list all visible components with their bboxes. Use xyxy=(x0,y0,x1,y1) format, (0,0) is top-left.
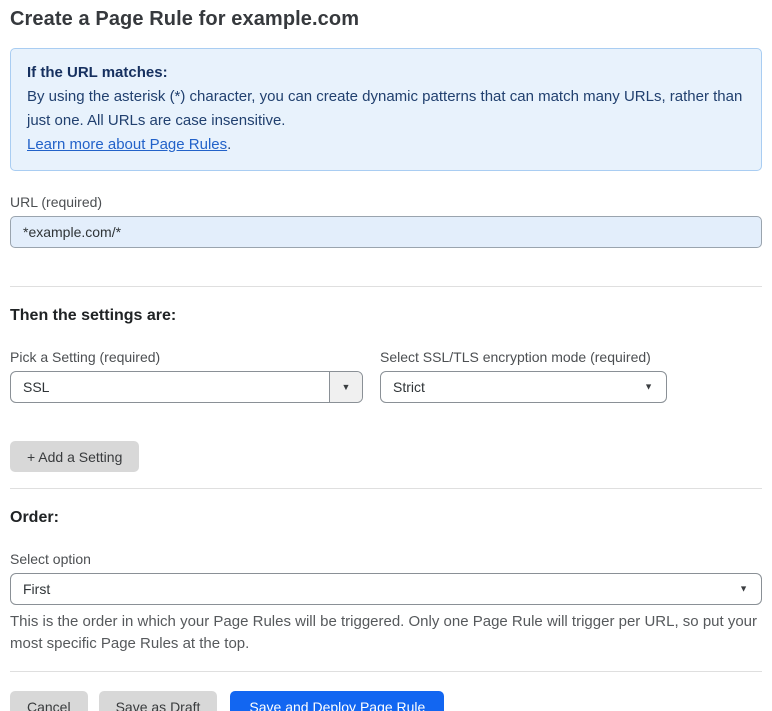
settings-row: Pick a Setting (required) SSL ▼ Select S… xyxy=(10,349,762,403)
info-box-heading: If the URL matches: xyxy=(27,64,168,81)
page-rule-form: Create a Page Rule for example.com If th… xyxy=(0,0,772,711)
ssl-mode-select[interactable]: Strict ▼ xyxy=(380,371,667,403)
ssl-mode-field: Select SSL/TLS encryption mode (required… xyxy=(380,349,667,403)
cancel-button[interactable]: Cancel xyxy=(10,691,88,711)
info-box-link-line: Learn more about Page Rules. xyxy=(27,133,745,157)
order-select-value: First xyxy=(23,581,51,597)
order-help-text: This is the order in which your Page Rul… xyxy=(10,613,758,652)
order-select-label: Select option xyxy=(10,551,91,567)
divider xyxy=(10,671,762,672)
url-input[interactable] xyxy=(10,216,762,248)
pick-setting-field: Pick a Setting (required) SSL ▼ xyxy=(10,349,363,403)
footer-actions: Cancel Save as Draft Save and Deploy Pag… xyxy=(10,691,762,711)
url-field-label: URL (required) xyxy=(10,194,103,210)
info-box-body: By using the asterisk (*) character, you… xyxy=(27,88,743,129)
chevron-down-icon: ▼ xyxy=(644,381,653,392)
order-section-heading: Order: xyxy=(10,509,59,526)
order-select[interactable]: First ▼ xyxy=(10,573,762,605)
divider xyxy=(10,488,762,489)
ssl-mode-label: Select SSL/TLS encryption mode (required… xyxy=(380,349,651,365)
pick-setting-label: Pick a Setting (required) xyxy=(10,349,161,365)
link-suffix: . xyxy=(227,136,232,153)
divider xyxy=(10,286,762,287)
settings-section-heading: Then the settings are: xyxy=(10,307,177,324)
pick-setting-select[interactable]: SSL ▼ xyxy=(10,371,363,403)
pick-setting-value: SSL xyxy=(23,379,50,395)
chevron-down-icon: ▼ xyxy=(739,583,748,594)
ssl-mode-value: Strict xyxy=(393,379,425,395)
learn-more-link[interactable]: Learn more about Page Rules xyxy=(27,136,227,153)
save-as-draft-button[interactable]: Save as Draft xyxy=(98,691,218,711)
dropdown-arrow-segment: ▼ xyxy=(329,372,362,402)
save-and-deploy-button[interactable]: Save and Deploy Page Rule xyxy=(230,691,445,711)
chevron-down-icon: ▼ xyxy=(341,381,351,392)
add-setting-button[interactable]: + Add a Setting xyxy=(10,441,140,472)
url-match-info-box: If the URL matches: By using the asteris… xyxy=(10,48,762,171)
page-title: Create a Page Rule for example.com xyxy=(10,8,360,30)
